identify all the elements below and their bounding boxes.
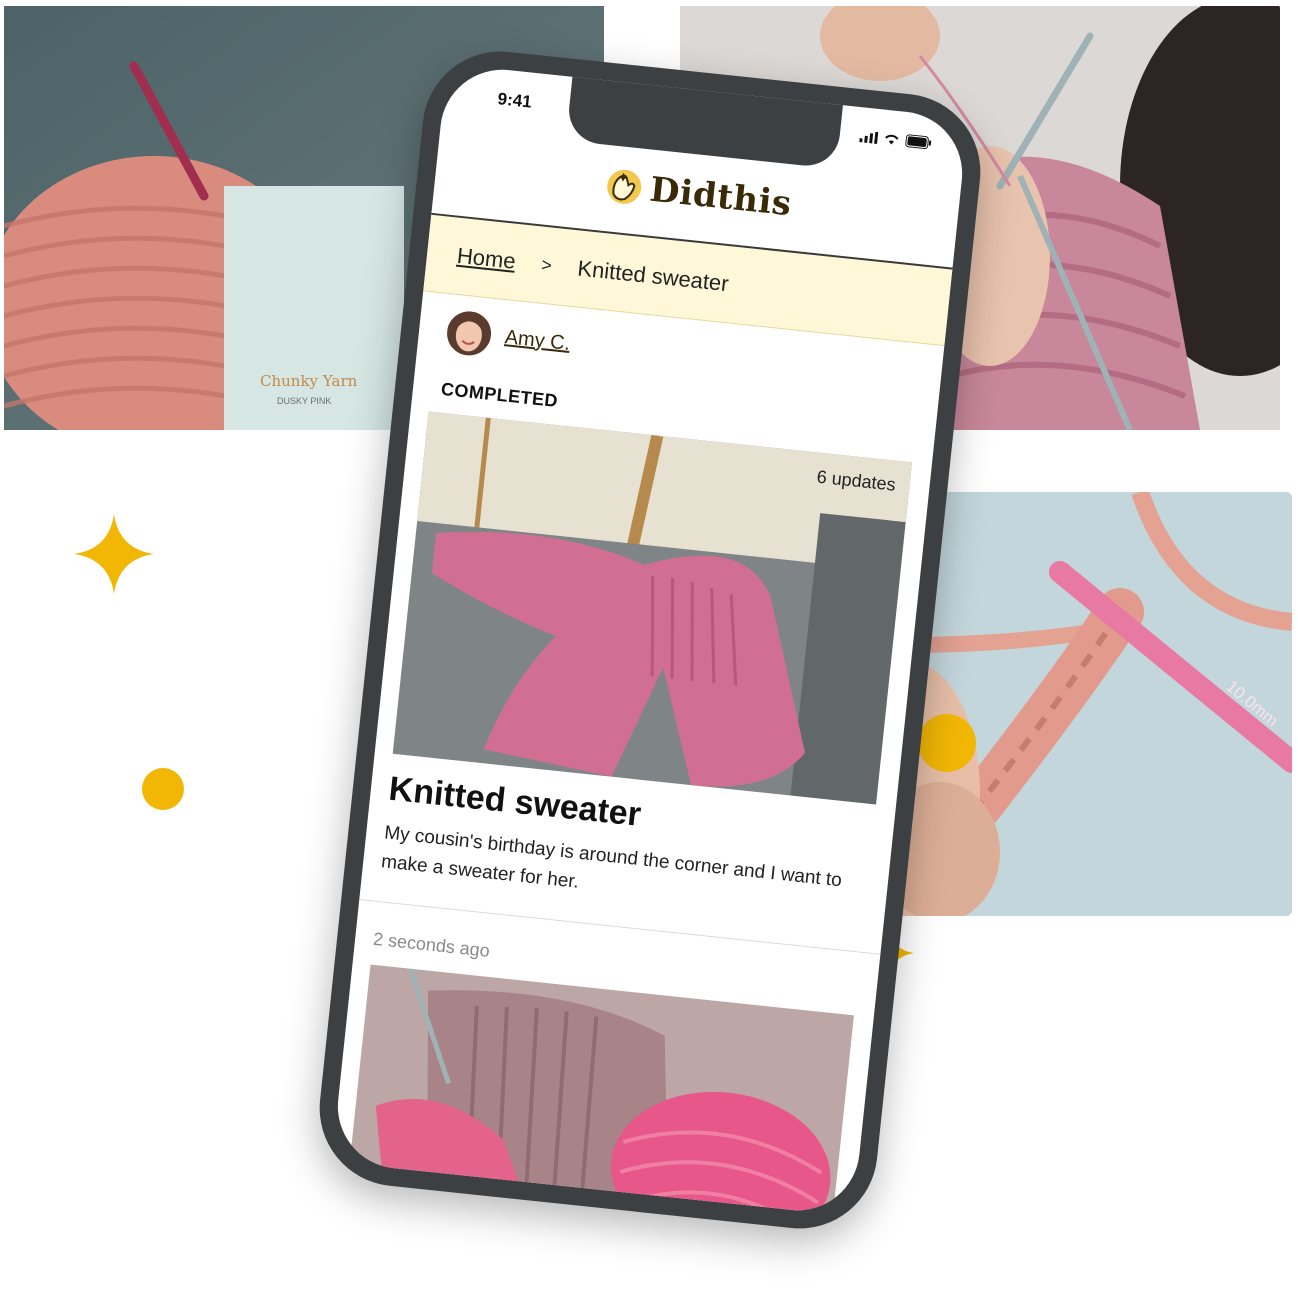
breadcrumb-home-link[interactable]: Home: [456, 243, 517, 275]
decorative-dot: [142, 768, 184, 810]
project-cover-image[interactable]: 6 updates: [392, 411, 912, 805]
hand-sparkle-icon: [607, 169, 642, 204]
decorative-dot: [918, 714, 976, 772]
battery-icon: [905, 134, 932, 150]
breadcrumb-current: Knitted sweater: [576, 255, 730, 297]
author-row: Amy C.: [444, 309, 572, 366]
status-icons: [859, 129, 932, 150]
project-status: COMPLETED: [440, 378, 560, 412]
wifi-icon: [885, 134, 899, 144]
author-link[interactable]: Amy C.: [504, 326, 572, 356]
sparkle-icon: [74, 514, 154, 594]
yarn-label-brand: Chunky Yarn: [260, 372, 358, 390]
update-timestamp: 2 seconds ago: [372, 928, 491, 961]
app-logo-text[interactable]: Didthis: [648, 170, 794, 225]
status-time: 9:41: [496, 89, 533, 112]
breadcrumb-separator: >: [540, 254, 553, 276]
signal-icon: [859, 131, 879, 144]
phone-mockup: 9:41 Didthis Home > Knitted sweater Amy …: [311, 43, 989, 1237]
yarn-label-color: DUSKY PINK: [277, 396, 331, 406]
avatar[interactable]: [444, 309, 494, 358]
